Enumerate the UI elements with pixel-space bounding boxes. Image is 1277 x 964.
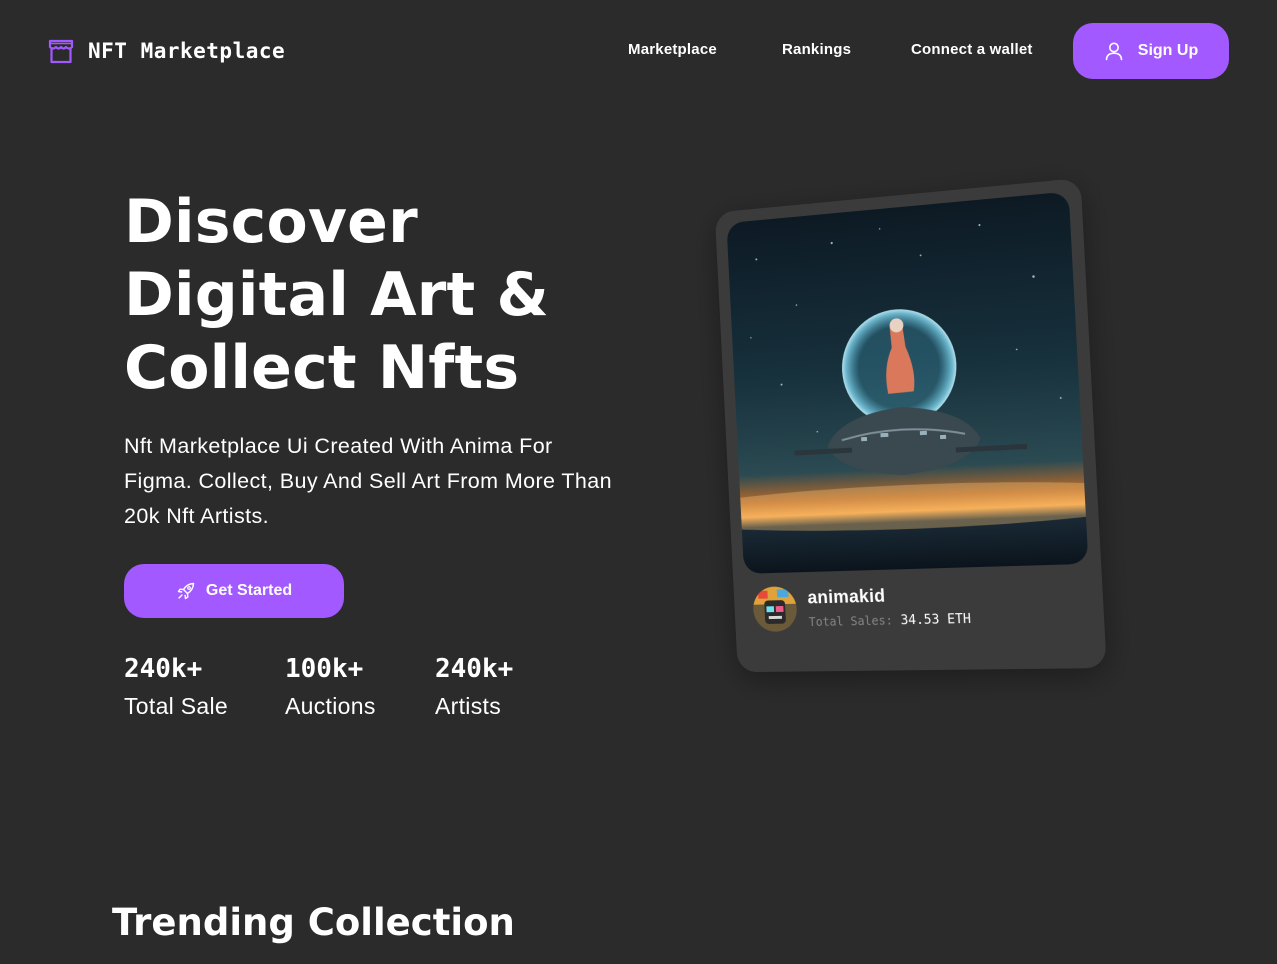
featured-nft-card[interactable]: animakid Total Sales: 34.53 ETH bbox=[718, 195, 1090, 670]
nav-connect-wallet[interactable]: Connect a wallet bbox=[911, 41, 1033, 58]
artist-sales: Total Sales: 34.53 ETH bbox=[808, 611, 971, 629]
stat-total-sale: 240k+ Total Sale bbox=[124, 652, 228, 726]
card-artist-info: animakid Total Sales: 34.53 ETH bbox=[752, 581, 971, 632]
artist-details: animakid Total Sales: 34.53 ETH bbox=[807, 583, 971, 630]
rocket-icon bbox=[176, 581, 196, 601]
nav-marketplace[interactable]: Marketplace bbox=[628, 41, 717, 58]
robot-avatar-icon bbox=[752, 586, 798, 632]
stat-value: 240k+ bbox=[124, 652, 228, 686]
signup-label: Sign Up bbox=[1138, 42, 1198, 60]
hero-subtitle: Nft Marketplace Ui Created With Anima Fo… bbox=[124, 429, 614, 534]
stat-value: 100k+ bbox=[285, 652, 376, 686]
brand-name: NFT Marketplace bbox=[88, 39, 285, 63]
hero-title-line-2: Digital Art & bbox=[124, 259, 604, 332]
total-sales-label: Total Sales: bbox=[808, 613, 893, 629]
user-icon bbox=[1104, 41, 1124, 61]
get-started-button[interactable]: Get Started bbox=[124, 564, 344, 618]
storefront-icon bbox=[47, 37, 75, 65]
stat-artists: 240k+ Artists bbox=[435, 652, 513, 726]
hero-title-line-1: Discover bbox=[124, 186, 604, 259]
stat-label: Artists bbox=[435, 686, 513, 726]
featured-artwork bbox=[726, 191, 1088, 573]
artist-avatar[interactable] bbox=[752, 586, 798, 632]
page: NFT Marketplace Marketplace Rankings Con… bbox=[0, 0, 1277, 964]
nav-rankings[interactable]: Rankings bbox=[782, 41, 851, 58]
stat-label: Auctions bbox=[285, 686, 376, 726]
artist-name[interactable]: animakid bbox=[807, 583, 970, 608]
trending-collection-title: Trending Collection bbox=[112, 900, 515, 946]
get-started-label: Get Started bbox=[206, 582, 292, 600]
header: NFT Marketplace Marketplace Rankings Con… bbox=[0, 0, 1277, 102]
space-artwork-image bbox=[726, 191, 1088, 573]
stat-label: Total Sale bbox=[124, 686, 228, 726]
stat-auctions: 100k+ Auctions bbox=[285, 652, 376, 726]
stat-value: 240k+ bbox=[435, 652, 513, 686]
brand-logo[interactable]: NFT Marketplace bbox=[47, 37, 285, 65]
hero-title: Discover Digital Art & Collect Nfts bbox=[124, 186, 604, 405]
total-sales-value: 34.53 ETH bbox=[900, 611, 971, 627]
signup-button[interactable]: Sign Up bbox=[1073, 23, 1229, 79]
hero-title-line-3: Collect Nfts bbox=[124, 332, 604, 405]
featured-card-body: animakid Total Sales: 34.53 ETH bbox=[715, 178, 1107, 672]
